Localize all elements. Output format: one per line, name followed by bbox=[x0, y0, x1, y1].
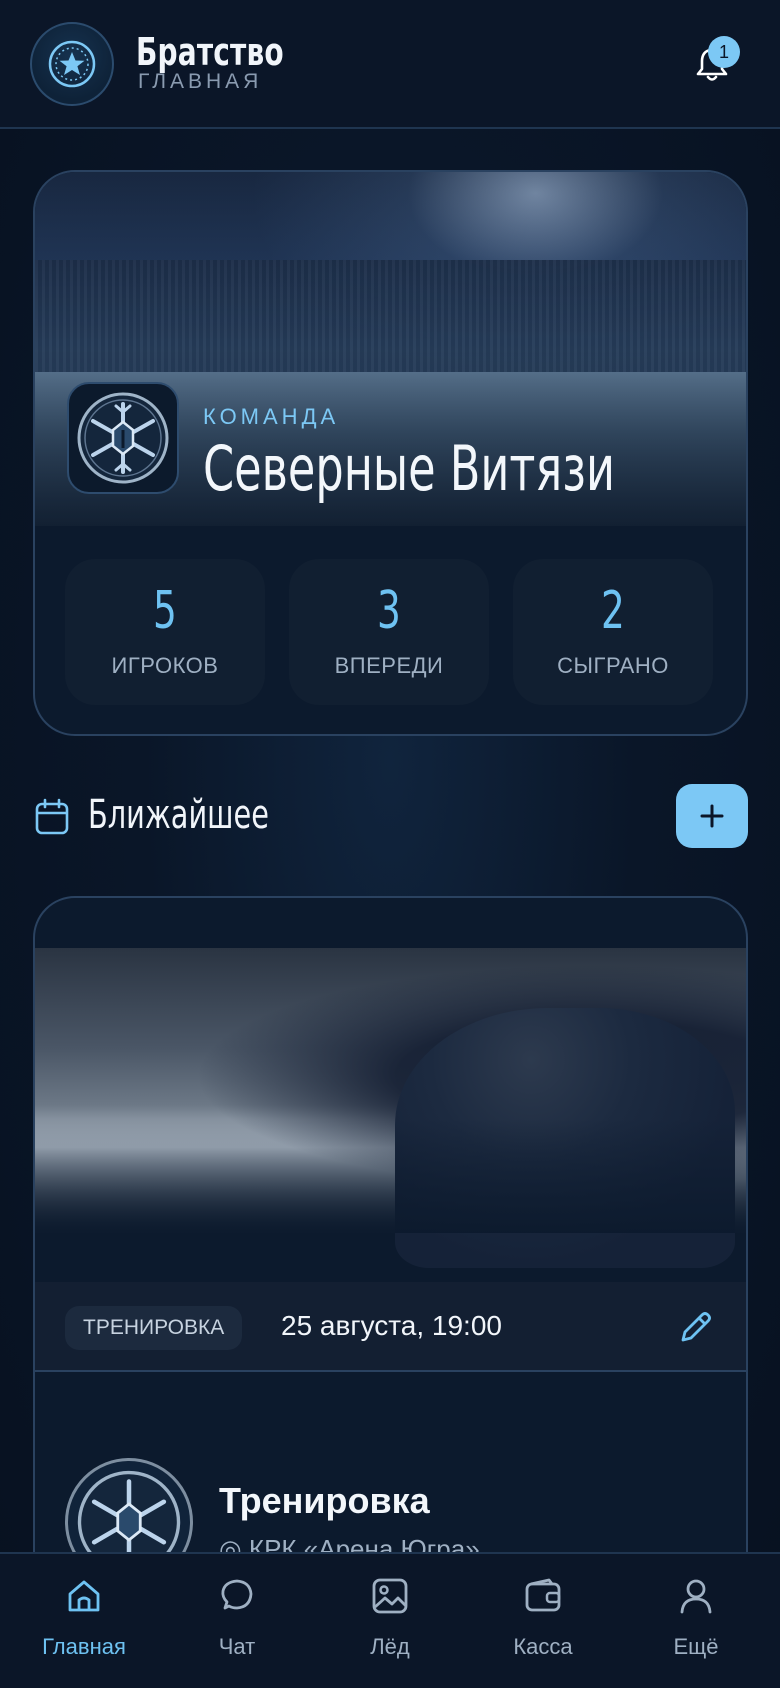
plus-icon bbox=[700, 804, 724, 828]
stat-value: 3 bbox=[377, 581, 401, 641]
nav-item-chat[interactable]: Чат bbox=[167, 1554, 307, 1688]
nav-label: Ещё bbox=[673, 1634, 719, 1659]
nav-item-ice[interactable]: Лёд bbox=[320, 1554, 460, 1688]
team-label: КОМАНДА bbox=[203, 404, 340, 429]
image-icon bbox=[372, 1578, 408, 1614]
stat-played[interactable]: 2 СЫГРАНО bbox=[513, 559, 713, 705]
pencil-icon[interactable] bbox=[675, 1308, 715, 1348]
stat-upcoming[interactable]: 3 ВПЕРЕДИ bbox=[289, 559, 489, 705]
nav-label: Главная bbox=[42, 1634, 126, 1659]
hockey-player-image bbox=[395, 1008, 735, 1268]
profile-icon bbox=[680, 1579, 712, 1614]
nav-label: Касса bbox=[513, 1634, 573, 1659]
bottom-nav: Главная Чат Лёд Касса Ещё bbox=[0, 1552, 780, 1688]
stat-value: 2 bbox=[601, 581, 625, 641]
event-title: Тренировка bbox=[219, 1480, 430, 1521]
home-icon bbox=[68, 1580, 100, 1612]
team-emblem bbox=[67, 382, 179, 494]
app-title: Братство bbox=[136, 30, 284, 74]
nav-item-cashbox[interactable]: Касса bbox=[473, 1554, 613, 1688]
stat-players[interactable]: 5 ИГРОКОВ bbox=[65, 559, 265, 705]
app-logo[interactable] bbox=[30, 22, 114, 106]
app-header: Братство ГЛАВНАЯ 1 bbox=[0, 0, 780, 129]
nav-label: Лёд bbox=[370, 1634, 410, 1659]
team-stats: 5 ИГРОКОВ 3 ВПЕРЕДИ 2 СЫГРАНО bbox=[65, 559, 720, 705]
team-card[interactable]: КОМАНДА Северные Витязи 5 ИГРОКОВ 3 ВПЕР… bbox=[33, 170, 748, 736]
stat-value: 5 bbox=[153, 581, 177, 641]
event-meta-bar: ТРЕНИРОВКА 25 августа, 19:00 bbox=[35, 1282, 746, 1372]
section-title-upcoming: Ближайшее bbox=[88, 792, 269, 838]
chat-icon bbox=[221, 1579, 253, 1610]
notification-badge: 1 bbox=[708, 36, 740, 68]
event-photo bbox=[35, 948, 746, 1268]
nav-item-home[interactable]: Главная bbox=[14, 1554, 154, 1688]
wallet-icon bbox=[525, 1578, 561, 1612]
nav-label: Чат bbox=[218, 1634, 256, 1659]
star-emblem-icon bbox=[48, 40, 96, 88]
event-date: 25 августа, 19:00 bbox=[281, 1310, 502, 1341]
page-subtitle: ГЛАВНАЯ bbox=[138, 70, 263, 93]
stat-label: СЫГРАНО bbox=[557, 653, 669, 678]
add-event-button[interactable] bbox=[676, 784, 748, 848]
event-type-badge: ТРЕНИРОВКА bbox=[65, 1306, 243, 1350]
stat-label: ВПЕРЕДИ bbox=[334, 653, 444, 678]
nav-item-more[interactable]: Ещё bbox=[626, 1554, 766, 1688]
team-name: Северные Витязи bbox=[203, 432, 615, 505]
stat-label: ИГРОКОВ bbox=[111, 653, 219, 678]
calendar-icon bbox=[35, 798, 69, 835]
snowflake-knight-icon bbox=[77, 392, 169, 484]
arena-hero-image: КОМАНДА Северные Витязи bbox=[35, 172, 746, 526]
